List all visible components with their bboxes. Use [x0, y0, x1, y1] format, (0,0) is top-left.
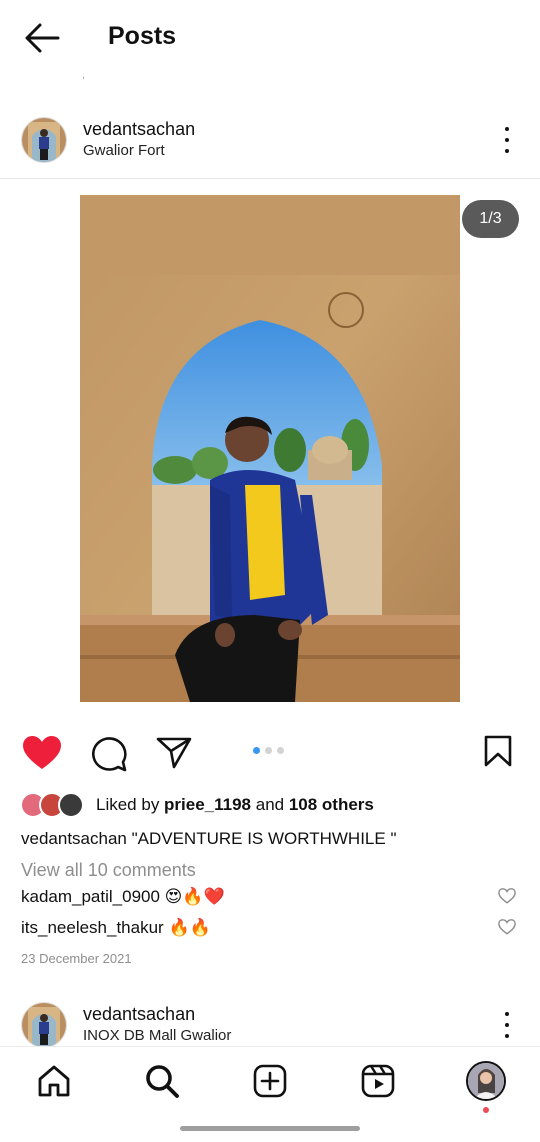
comment-text: 🔥🔥 — [163, 918, 211, 937]
more-options-button[interactable] — [497, 1008, 517, 1042]
dot — [505, 1034, 509, 1038]
likes-summary[interactable]: Liked by priee_1198 and 108 others — [20, 792, 374, 818]
carousel-indicator — [253, 747, 284, 754]
comment-row: kadam_patil_0900 😍🔥❤️ — [21, 887, 225, 907]
dot — [505, 138, 509, 142]
heart-filled-icon — [23, 736, 61, 769]
home-indicator[interactable] — [180, 1126, 360, 1131]
heart-outline-icon — [498, 888, 516, 904]
next-post-username[interactable]: vedantsachan — [83, 1004, 195, 1025]
nav-reels[interactable] — [358, 1061, 398, 1101]
post-image — [80, 195, 460, 702]
comment-text: 😍🔥❤️ — [159, 887, 225, 906]
comment-like-button[interactable] — [498, 918, 516, 936]
comment-button[interactable] — [90, 735, 128, 773]
post-photo[interactable] — [80, 195, 460, 702]
avatar[interactable] — [21, 1002, 67, 1048]
avatar[interactable] — [21, 117, 67, 163]
bookmark-icon — [484, 735, 512, 767]
view-all-comments-link[interactable]: View all 10 comments — [21, 860, 196, 881]
carousel-dot-active — [253, 747, 260, 754]
post-location[interactable]: Gwalior Fort — [83, 142, 165, 159]
scroll-artifact: , — [82, 70, 85, 81]
carousel-counter: 1/3 — [462, 200, 519, 238]
more-options-button[interactable] — [497, 123, 517, 157]
carousel-dot — [277, 747, 284, 754]
liked-others[interactable]: 108 others — [289, 795, 374, 815]
reels-icon — [361, 1064, 395, 1098]
caption: vedantsachan "ADVENTURE IS WORTHWHILE " — [21, 829, 396, 849]
comment-row: its_neelesh_thakur 🔥🔥 — [21, 918, 211, 938]
avatar-photo — [22, 1003, 66, 1047]
caption-username[interactable]: vedantsachan — [21, 829, 127, 848]
profile-avatar — [466, 1061, 506, 1101]
avatar-photo — [22, 118, 66, 162]
caption-text: "ADVENTURE IS WORTHWHILE " — [126, 829, 397, 848]
arrow-left-icon — [25, 23, 60, 53]
like-button[interactable] — [22, 735, 62, 771]
comment-icon — [92, 737, 127, 772]
nav-profile[interactable] — [466, 1061, 506, 1101]
back-button[interactable] — [20, 18, 64, 58]
save-button[interactable] — [484, 735, 512, 767]
heart-outline-icon — [498, 919, 516, 935]
nav-search[interactable] — [142, 1061, 182, 1101]
post-username[interactable]: vedantsachan — [83, 119, 195, 140]
comment-like-button[interactable] — [498, 887, 516, 905]
liked-user[interactable]: priee_1198 — [164, 795, 251, 815]
dot — [505, 1023, 509, 1027]
carousel-dot — [265, 747, 272, 754]
nav-home[interactable] — [34, 1061, 74, 1101]
liker-avatar — [58, 792, 84, 818]
dot — [505, 1012, 509, 1016]
nav-create[interactable] — [250, 1061, 290, 1101]
page-title: Posts — [108, 22, 177, 50]
share-button[interactable] — [156, 736, 192, 770]
post-date: 23 December 2021 — [21, 951, 132, 966]
next-post-location[interactable]: INOX DB Mall Gwalior — [83, 1027, 231, 1044]
comment-username[interactable]: kadam_patil_0900 — [21, 887, 160, 906]
home-icon — [38, 1065, 70, 1097]
create-icon — [253, 1064, 287, 1098]
notification-dot — [483, 1107, 489, 1113]
search-icon — [146, 1065, 179, 1098]
liked-and: and — [251, 795, 289, 814]
dot — [505, 127, 509, 131]
divider — [0, 178, 540, 179]
liked-prefix: Liked by — [96, 795, 165, 814]
dot — [505, 149, 509, 153]
profile-photo — [468, 1063, 504, 1099]
send-icon — [156, 737, 192, 769]
comment-username[interactable]: its_neelesh_thakur — [21, 918, 164, 937]
